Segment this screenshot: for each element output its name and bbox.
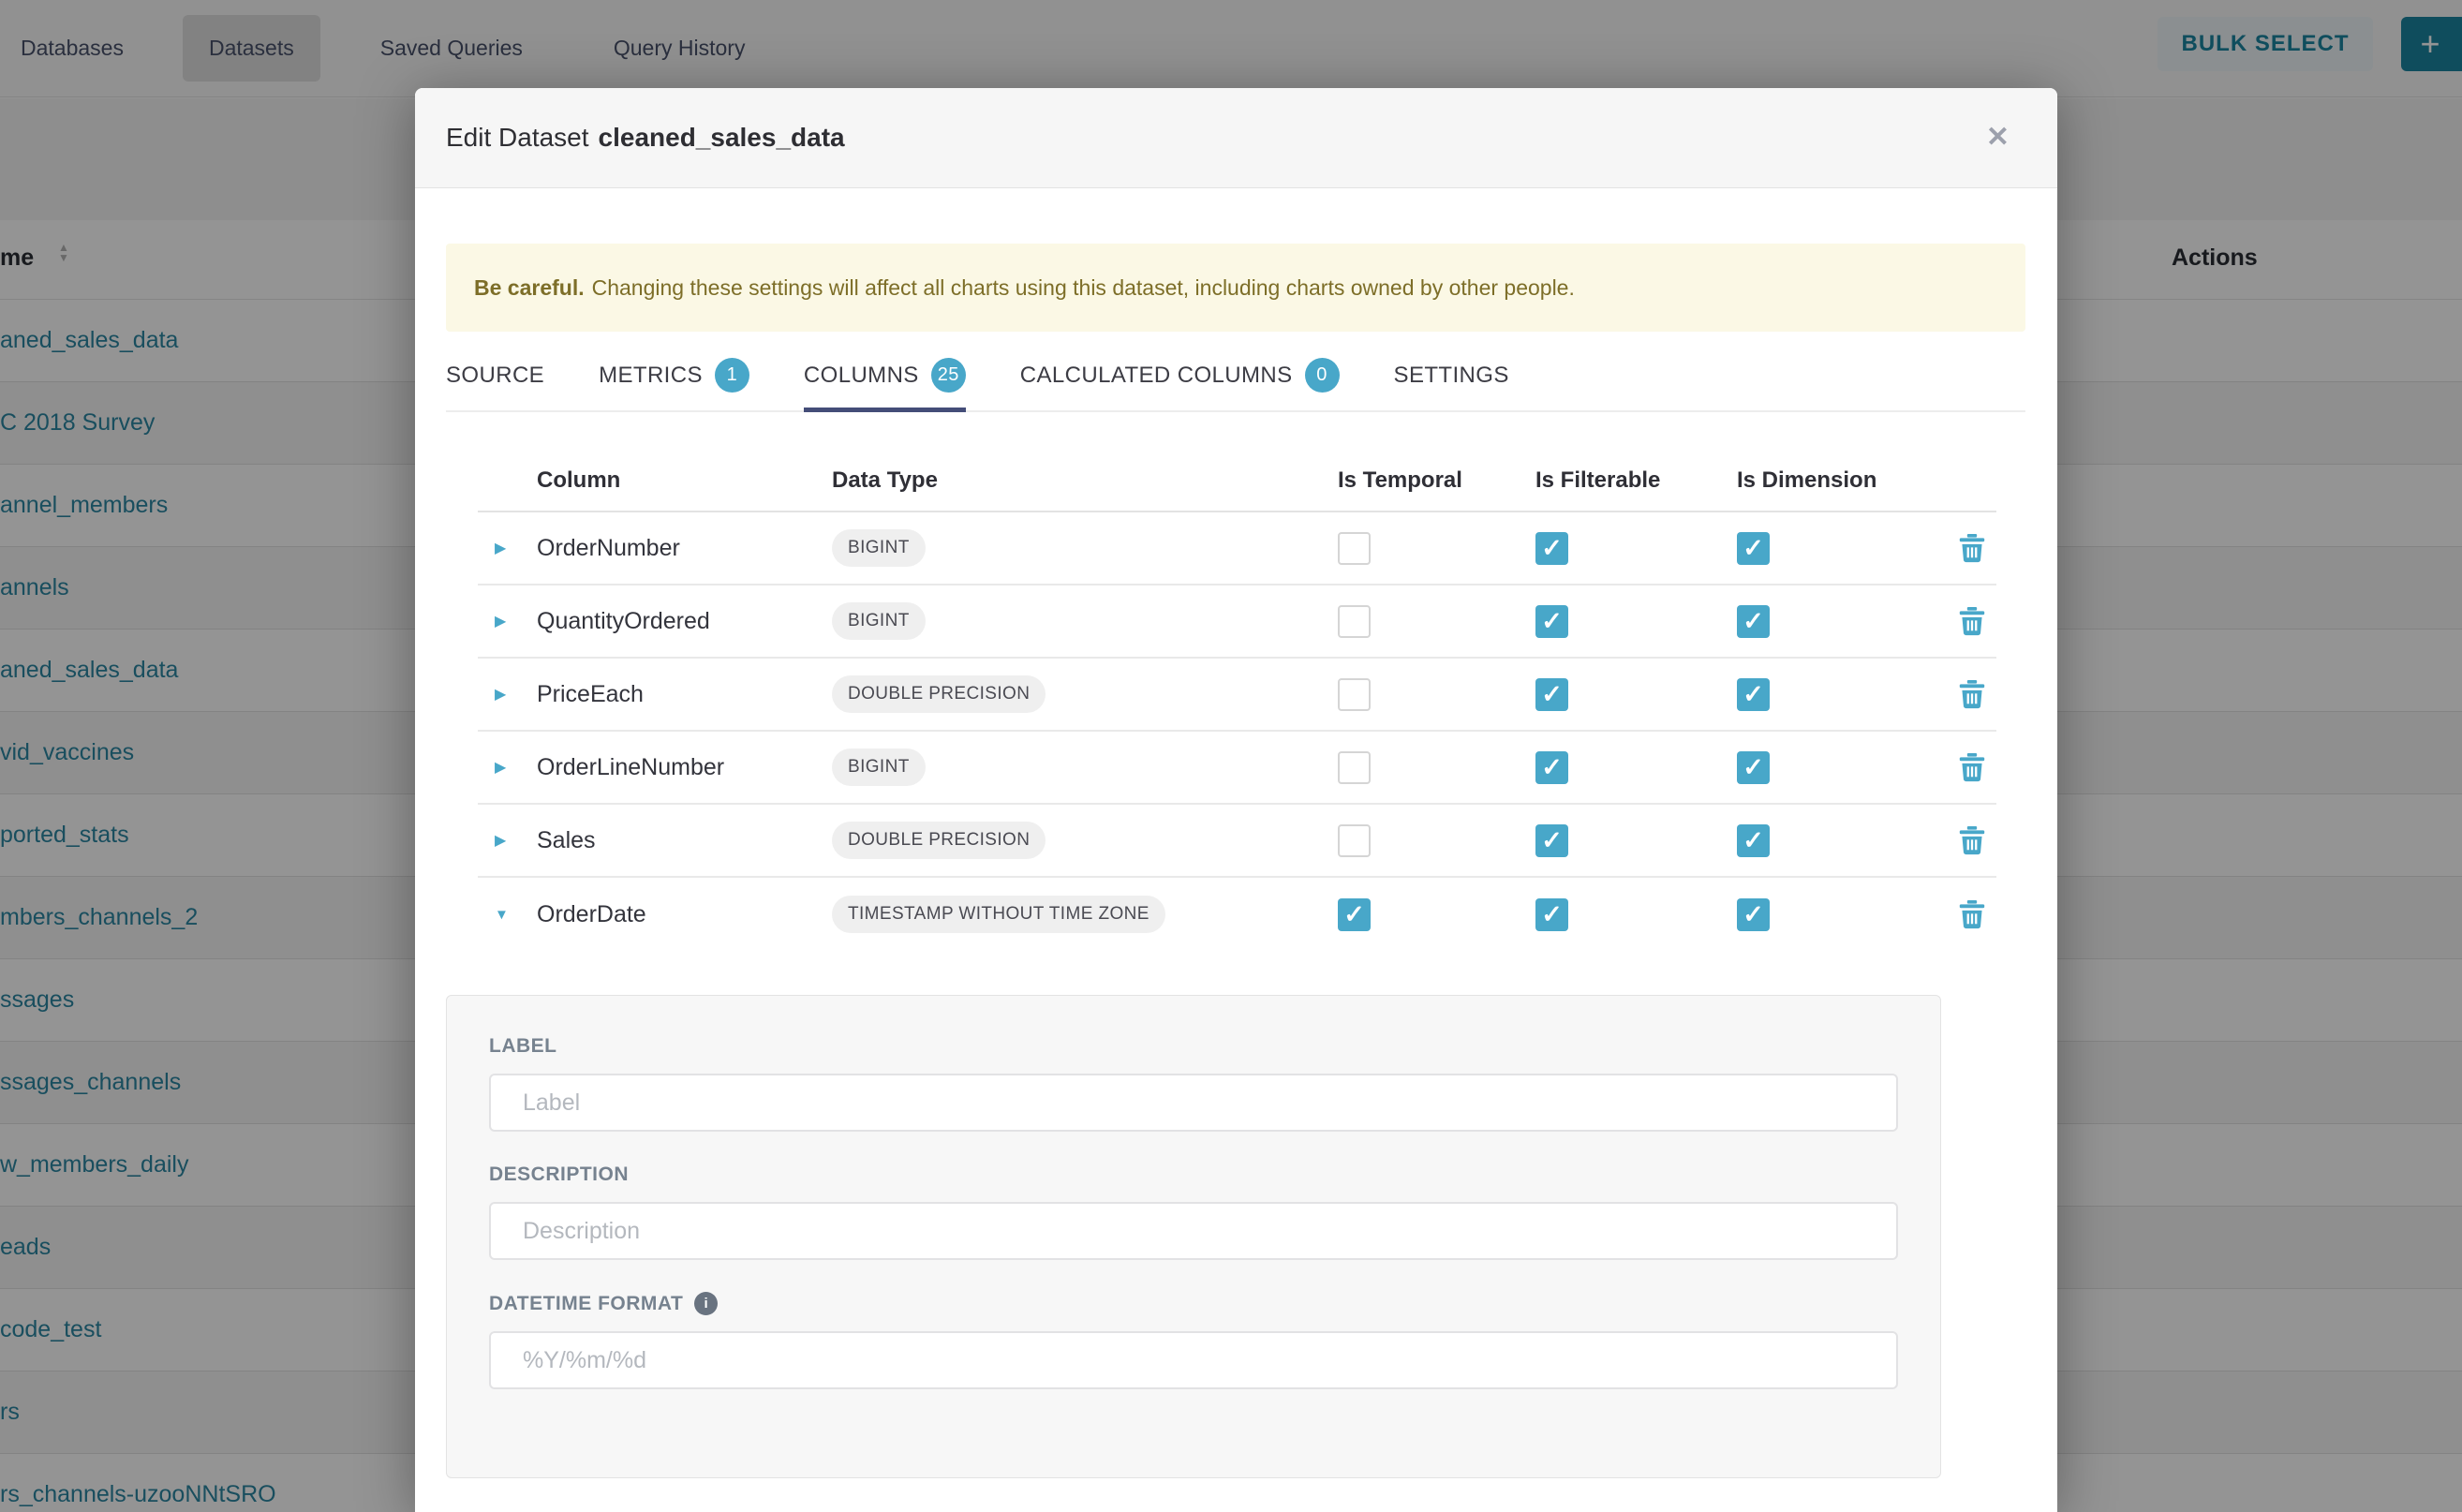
label-field: LABEL [489, 1035, 1898, 1132]
header-is-dimension: Is Dimension [1737, 467, 1947, 494]
is-temporal-checkbox[interactable] [1338, 824, 1371, 857]
is-filterable-checkbox[interactable]: ✓ [1535, 605, 1568, 638]
is-temporal-checkbox[interactable] [1338, 605, 1371, 638]
is-filterable-checkbox[interactable]: ✓ [1535, 532, 1568, 565]
tab-label: CALCULATED COLUMNS [1020, 363, 1293, 389]
expand-caret-icon[interactable]: ▶ [495, 685, 537, 704]
table-row: ▶ Sales DOUBLE PRECISION ✓ ✓ [478, 805, 1996, 878]
column-name: PriceEach [537, 681, 832, 708]
is-dimension-checkbox[interactable]: ✓ [1737, 605, 1770, 638]
column-type-pill: BIGINT [832, 749, 926, 786]
modal-title-prefix: Edit Dataset [446, 123, 589, 152]
is-dimension-checkbox[interactable]: ✓ [1737, 751, 1770, 784]
header-is-filterable: Is Filterable [1535, 467, 1737, 494]
is-temporal-checkbox[interactable] [1338, 678, 1371, 711]
is-filterable-checkbox[interactable]: ✓ [1535, 751, 1568, 784]
description-field-label: DESCRIPTION [489, 1164, 1898, 1186]
tab-metrics[interactable]: METRICS 1 [599, 358, 749, 412]
is-filterable-checkbox[interactable]: ✓ [1535, 898, 1568, 931]
datetime-format-label: DATETIME FORMAT [489, 1293, 683, 1315]
is-filterable-checkbox[interactable]: ✓ [1535, 824, 1568, 857]
edit-dataset-modal: Edit Dataset cleaned_sales_data ✕ Be care… [415, 88, 2057, 1512]
table-row: ▼ OrderDate TIMESTAMP WITHOUT TIME ZONE … [478, 878, 1996, 951]
info-icon[interactable]: i [694, 1292, 718, 1315]
column-name: QuantityOrdered [537, 608, 832, 635]
warning-text: Changing these settings will affect all … [592, 275, 1575, 301]
delete-icon[interactable] [1959, 900, 1985, 929]
is-dimension-checkbox[interactable]: ✓ [1737, 678, 1770, 711]
column-detail-panel: LABEL DESCRIPTION DATETIME FORMAT i [446, 995, 1941, 1478]
expand-caret-icon[interactable]: ▶ [495, 612, 537, 630]
column-name: OrderLineNumber [537, 754, 832, 781]
modal-title: Edit Dataset cleaned_sales_data [446, 123, 845, 153]
delete-icon[interactable] [1959, 534, 1985, 563]
columns-rows: ▶ OrderNumber BIGINT ✓ ✓ ▶ QuantityOrder… [478, 512, 1996, 951]
label-input[interactable] [489, 1074, 1898, 1132]
column-type-pill: BIGINT [832, 529, 926, 567]
datetime-format-input[interactable] [489, 1331, 1898, 1389]
tab-calculated-columns[interactable]: CALCULATED COLUMNS 0 [1020, 358, 1340, 412]
column-name: OrderNumber [537, 535, 832, 562]
tab-badge: 1 [715, 358, 749, 393]
tab-source[interactable]: SOURCE [446, 358, 544, 412]
warning-bold: Be careful. [474, 275, 585, 301]
column-type-pill: DOUBLE PRECISION [832, 822, 1046, 859]
tab-label: SOURCE [446, 363, 544, 389]
is-temporal-checkbox[interactable] [1338, 532, 1371, 565]
modal-header: Edit Dataset cleaned_sales_data ✕ [415, 88, 2057, 188]
table-row: ▶ OrderNumber BIGINT ✓ ✓ [478, 512, 1996, 586]
is-dimension-checkbox[interactable]: ✓ [1737, 898, 1770, 931]
delete-icon[interactable] [1959, 680, 1985, 709]
tab-label: SETTINGS [1394, 363, 1509, 389]
table-row: ▶ QuantityOrdered BIGINT ✓ ✓ [478, 586, 1996, 659]
description-field: DESCRIPTION [489, 1164, 1898, 1260]
tab-settings[interactable]: SETTINGS [1394, 358, 1509, 412]
tab-label: COLUMNS [804, 363, 919, 389]
is-filterable-checkbox[interactable]: ✓ [1535, 678, 1568, 711]
header-is-temporal: Is Temporal [1338, 467, 1535, 494]
expand-caret-icon[interactable]: ▶ [495, 539, 537, 557]
tab-columns[interactable]: COLUMNS 25 [804, 358, 966, 412]
tab-label: METRICS [599, 363, 703, 389]
is-dimension-checkbox[interactable]: ✓ [1737, 532, 1770, 565]
close-icon[interactable]: ✕ [1980, 120, 2015, 155]
table-row: ▶ PriceEach DOUBLE PRECISION ✓ ✓ [478, 659, 1996, 732]
delete-icon[interactable] [1959, 607, 1985, 636]
expand-caret-icon[interactable]: ▶ [495, 831, 537, 850]
modal-title-dataset-name: cleaned_sales_data [599, 123, 845, 152]
column-name: Sales [537, 827, 832, 854]
header-column: Column [537, 467, 832, 494]
tab-badge: 0 [1305, 358, 1340, 393]
columns-table: Column Data Type Is Temporal Is Filterab… [478, 450, 1996, 951]
column-type-pill: DOUBLE PRECISION [832, 675, 1046, 713]
is-temporal-checkbox[interactable] [1338, 751, 1371, 784]
header-data-type: Data Type [832, 467, 1338, 494]
column-type-pill: TIMESTAMP WITHOUT TIME ZONE [832, 896, 1165, 933]
expand-caret-icon[interactable]: ▼ [495, 907, 537, 923]
label-field-label: LABEL [489, 1035, 1898, 1058]
tab-badge: 25 [931, 358, 966, 393]
modal-tabs: SOURCE METRICS 1 COLUMNS 25 CALCULATED C… [446, 358, 2025, 412]
column-type-pill: BIGINT [832, 602, 926, 640]
delete-icon[interactable] [1959, 753, 1985, 782]
column-name: OrderDate [537, 901, 832, 928]
datetime-format-field: DATETIME FORMAT i [489, 1292, 1898, 1389]
table-row: ▶ OrderLineNumber BIGINT ✓ ✓ [478, 732, 1996, 805]
is-dimension-checkbox[interactable]: ✓ [1737, 824, 1770, 857]
description-input[interactable] [489, 1202, 1898, 1260]
is-temporal-checkbox[interactable]: ✓ [1338, 898, 1371, 931]
delete-icon[interactable] [1959, 826, 1985, 855]
columns-table-header: Column Data Type Is Temporal Is Filterab… [478, 450, 1996, 512]
expand-caret-icon[interactable]: ▶ [495, 758, 537, 777]
warning-banner: Be careful. Changing these settings will… [446, 244, 2025, 332]
